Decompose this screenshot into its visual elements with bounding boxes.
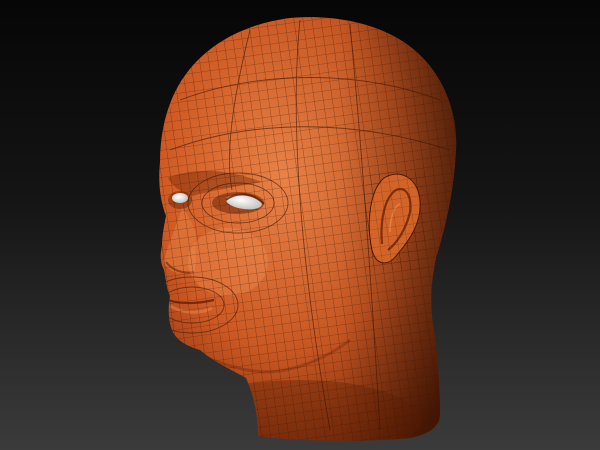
ear	[365, 172, 425, 270]
3d-viewport[interactable]	[0, 0, 600, 450]
render-canvas	[0, 0, 600, 450]
eye-right	[172, 193, 188, 203]
